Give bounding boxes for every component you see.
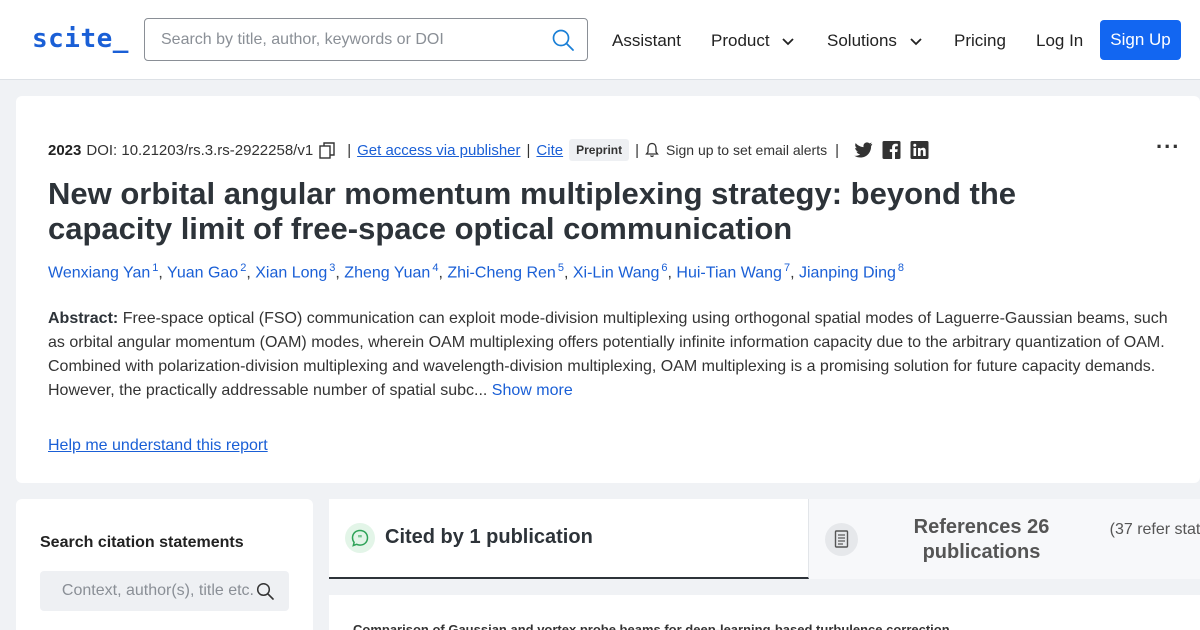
doi-text: DOI: 10.21203/rs.3.rs-2922258/v1 — [86, 141, 314, 159]
svg-text:": " — [358, 534, 363, 544]
login-link[interactable]: Log In — [1036, 31, 1083, 51]
search-input[interactable] — [161, 29, 541, 51]
search-icon[interactable] — [551, 28, 575, 52]
abstract-block: Abstract: Free-space optical (FSO) commu… — [48, 307, 1168, 403]
citation-search-input[interactable] — [40, 580, 254, 602]
references-label: References 26 publications — [913, 516, 1050, 563]
linkedin-icon[interactable] — [910, 141, 929, 159]
paper-meta-row: 2023 DOI: 10.21203/rs.3.rs-2922258/v1 | … — [48, 139, 929, 161]
preprint-badge: Preprint — [569, 139, 630, 161]
abstract-text: Free-space optical (FSO) communication c… — [48, 310, 1168, 399]
login-label: Log In — [1036, 31, 1084, 50]
author-link[interactable]: Wenxiang Yan — [48, 264, 150, 281]
author-link[interactable]: Hui-Tian Wang — [676, 264, 782, 281]
citation-search-box[interactable] — [40, 571, 289, 611]
nav-product[interactable]: Product — [711, 31, 794, 51]
author-link[interactable]: Zheng Yuan — [344, 264, 430, 281]
paper-title: New orbital angular momentum multiplexin… — [48, 176, 1017, 246]
paper-card: 2023 DOI: 10.21203/rs.3.rs-2922258/v1 | … — [16, 96, 1200, 483]
author-link[interactable]: Zhi-Cheng Ren — [447, 264, 556, 281]
author-list: Wenxiang Yan 1, Yuan Gao 2, Xian Long 3, Zh… — [48, 262, 904, 282]
cite-link[interactable]: Cite — [536, 142, 563, 159]
separator: | — [526, 141, 531, 159]
author-separator: , — [246, 264, 256, 282]
nav-pricing[interactable]: Pricing — [954, 31, 1006, 51]
top-navigation-bar: scite_ Assistant Product Solutions Prici… — [0, 0, 1200, 80]
nav-solutions[interactable]: Solutions — [827, 31, 922, 51]
separator: | — [835, 141, 840, 159]
facebook-icon[interactable] — [882, 141, 901, 159]
bell-icon[interactable] — [645, 142, 659, 158]
nav-product-label: Product — [711, 31, 770, 50]
nav-solutions-label: Solutions — [827, 31, 897, 50]
nav-pricing-label: Pricing — [954, 31, 1006, 50]
help-understand-link[interactable]: Help me understand this report — [48, 437, 268, 455]
search-icon[interactable] — [256, 582, 274, 600]
publication-year: 2023 — [48, 141, 82, 159]
search-box[interactable] — [144, 18, 588, 61]
references-statements-label: (37 refer statemen — [1109, 521, 1200, 538]
author-link[interactable]: Jianping Ding — [799, 264, 896, 281]
author-separator: , — [563, 264, 573, 282]
nav-assistant[interactable]: Assistant — [612, 31, 681, 51]
abstract-label: Abstract: — [48, 310, 119, 327]
quote-bubble-icon: " — [345, 523, 375, 553]
get-access-link[interactable]: Get access via publisher — [357, 142, 520, 159]
tab-cited-by[interactable]: " Cited by 1 publication — [329, 499, 809, 579]
author-separator: , — [438, 264, 448, 282]
scite-logo[interactable]: scite_ — [32, 24, 129, 54]
citing-publications-list: Comparison of Gaussian and vortex probe … — [329, 595, 1200, 630]
signup-button[interactable]: Sign Up — [1100, 20, 1181, 60]
separator: | — [635, 141, 640, 159]
author-affiliation-number: 8 — [897, 262, 905, 274]
more-options-icon[interactable]: ... — [1156, 128, 1180, 154]
author-separator: , — [335, 264, 345, 282]
chevron-down-icon — [782, 37, 794, 45]
citation-search-panel: Search citation statements — [16, 499, 313, 630]
author-separator: , — [790, 264, 799, 282]
author-link[interactable]: Xian Long — [255, 264, 327, 281]
email-alert-link[interactable]: Sign up to set email alerts — [666, 142, 827, 158]
author-link[interactable]: Yuan Gao — [167, 264, 238, 281]
tab-references[interactable]: References 26 publications (37 refer sta… — [809, 499, 1200, 579]
citing-publication-title[interactable]: Comparison of Gaussian and vortex probe … — [353, 622, 950, 630]
nav-assistant-label: Assistant — [612, 31, 681, 50]
author-link[interactable]: Xi-Lin Wang — [573, 264, 660, 281]
chevron-down-icon — [910, 37, 922, 45]
copy-icon[interactable] — [319, 141, 335, 159]
twitter-icon[interactable] — [854, 141, 873, 159]
cited-by-label: Cited by 1 publication — [385, 526, 593, 548]
document-icon — [825, 523, 858, 556]
author-separator: , — [158, 264, 168, 282]
citation-tabs: " Cited by 1 publication References 26 p… — [329, 499, 1200, 579]
separator: | — [347, 141, 352, 159]
citation-search-label: Search citation statements — [40, 534, 244, 551]
show-more-link[interactable]: Show more — [492, 382, 573, 399]
